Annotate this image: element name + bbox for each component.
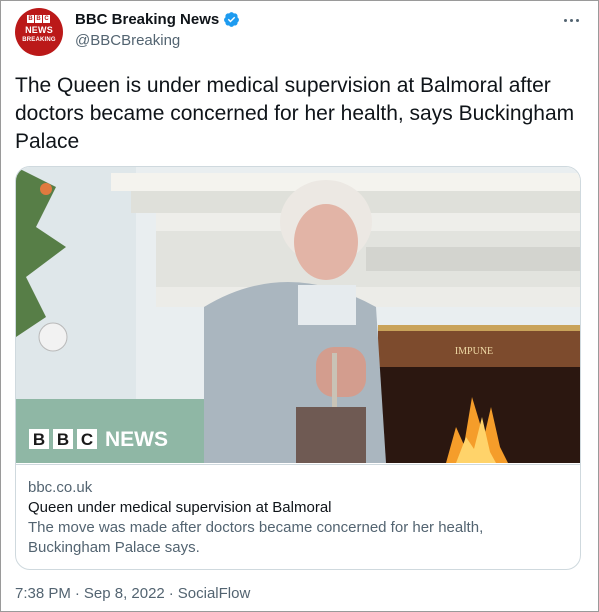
svg-text:B: B <box>33 430 45 449</box>
tweet-date[interactable]: Sep 8, 2022 <box>84 585 165 602</box>
more-options-icon[interactable] <box>561 11 581 29</box>
meta-separator: · <box>168 585 174 602</box>
avatar-bbc-logo: B B C <box>27 15 50 23</box>
tweet-meta: 7:38 PM · Sep 8, 2022 · SocialFlow <box>15 585 250 602</box>
svg-text:C: C <box>81 430 93 449</box>
tweet-header: B B C NEWS BREAKING BBC Breaking News @B… <box>15 8 585 56</box>
card-description: The move was made after doctors became c… <box>28 519 484 556</box>
fireplace-inscription: IMPUNE <box>455 346 493 357</box>
author-names: BBC Breaking News @BBCBreaking <box>75 11 240 49</box>
avatar-news-text: NEWS <box>25 25 53 35</box>
display-name-text[interactable]: BBC Breaking News <box>75 11 219 28</box>
tweet-source[interactable]: SocialFlow <box>178 585 251 602</box>
card-domain: bbc.co.uk <box>28 479 93 496</box>
tweet: B B C NEWS BREAKING BBC Breaking News @B… <box>0 0 599 612</box>
avatar-breaking-text: BREAKING <box>22 37 56 43</box>
verified-badge-icon <box>224 12 240 27</box>
tweet-time[interactable]: 7:38 PM <box>15 585 71 602</box>
card-photo: IMPUNE B B C NEWS <box>16 167 580 463</box>
author-display-name[interactable]: BBC Breaking News <box>75 11 240 28</box>
card-title: Queen under medical supervision at Balmo… <box>28 499 332 516</box>
svg-text:NEWS: NEWS <box>105 428 168 451</box>
author-handle[interactable]: @BBCBreaking <box>75 32 240 49</box>
meta-separator: · <box>74 585 80 602</box>
svg-text:B: B <box>57 430 69 449</box>
avatar[interactable]: B B C NEWS BREAKING <box>15 8 63 56</box>
link-card[interactable]: IMPUNE B B C NEWS bbc.co.uk Queen under … <box>15 166 581 570</box>
card-body[interactable]: bbc.co.uk Queen under medical supervisio… <box>16 464 580 569</box>
card-image[interactable]: IMPUNE B B C NEWS <box>16 167 580 463</box>
tweet-text: The Queen is under medical supervision a… <box>15 74 575 153</box>
